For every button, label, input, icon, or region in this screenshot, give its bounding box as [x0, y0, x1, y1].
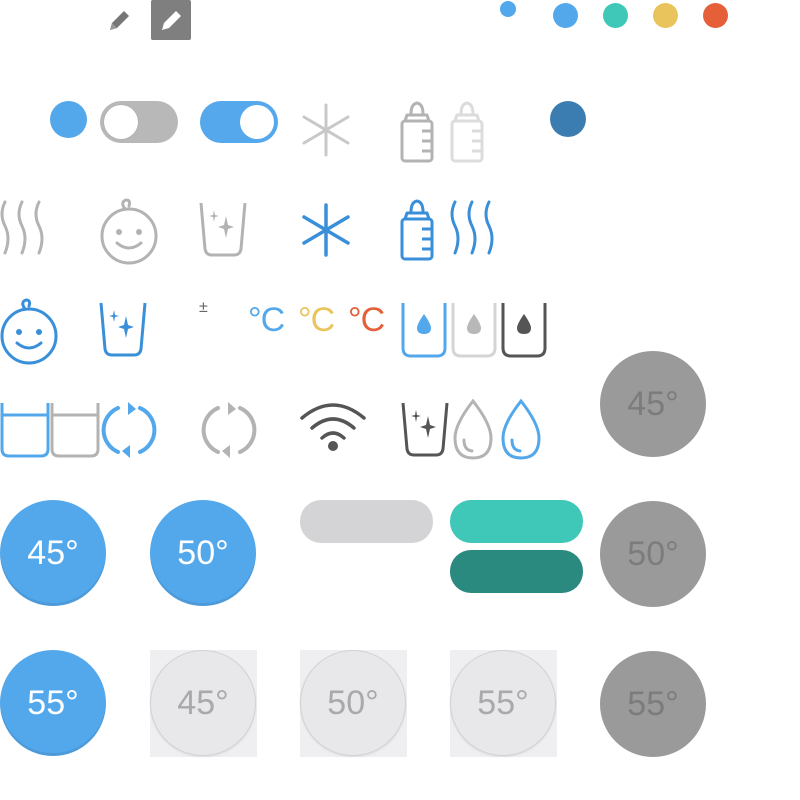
- toggle-knob: [104, 105, 138, 139]
- temp-55-button-active[interactable]: 55°: [0, 650, 106, 756]
- cup-sparkle-icon: [99, 302, 147, 357]
- color-dot-orange[interactable]: [703, 3, 728, 28]
- refresh-icon[interactable]: [98, 398, 160, 462]
- bottle-icon: [450, 101, 484, 163]
- temp-45-button-light[interactable]: 45°: [150, 650, 256, 756]
- color-dot-teal[interactable]: [603, 3, 628, 28]
- steam-icon: [450, 200, 494, 255]
- temp-50-button-light[interactable]: 50°: [300, 650, 406, 756]
- cup-drop-icon: [501, 303, 547, 358]
- temp-55-button-light[interactable]: 55°: [450, 650, 556, 756]
- bottle-icon: [400, 101, 434, 163]
- snowflake-icon: [302, 103, 350, 157]
- refresh-icon[interactable]: [198, 398, 260, 462]
- cup-sparkle-icon: [199, 202, 247, 257]
- celsius-unit-yellow: °C: [298, 301, 335, 339]
- temp-label: 50°: [177, 533, 229, 572]
- cup-water-icon: [50, 403, 100, 458]
- temp-label: 50°: [327, 683, 379, 722]
- water-drop-icon: [453, 398, 493, 460]
- bar-light-gray: [300, 500, 433, 543]
- steam-icon: [0, 200, 44, 255]
- toggle-knob: [240, 105, 274, 139]
- wifi-icon: [300, 403, 366, 451]
- toggle-on[interactable]: [200, 101, 278, 143]
- celsius-unit-orange: °C: [348, 301, 385, 339]
- temp-label: 55°: [627, 684, 679, 723]
- temp-label: 50°: [627, 534, 679, 573]
- cup-water-icon: [0, 403, 50, 458]
- temp-label: 45°: [27, 533, 79, 572]
- temp-label: 45°: [627, 384, 679, 423]
- temp-label: 55°: [27, 683, 79, 722]
- celsius-unit-blue: °C: [248, 301, 285, 339]
- radio-dot-dark-blue[interactable]: [550, 101, 586, 137]
- radio-dot-blue[interactable]: [50, 101, 87, 138]
- temp-50-button-active[interactable]: 50°: [150, 500, 256, 606]
- pencil-icon: [162, 11, 181, 30]
- bar-dark-teal: [450, 550, 583, 593]
- temp-label: 45°: [177, 683, 229, 722]
- color-dot-blue[interactable]: [553, 3, 578, 28]
- color-dot-yellow[interactable]: [653, 3, 678, 28]
- baby-face-icon: [100, 198, 158, 265]
- cup-drop-icon: [451, 303, 497, 358]
- temp-45-button-dark[interactable]: 45°: [600, 351, 706, 457]
- toggle-off[interactable]: [100, 101, 178, 143]
- temp-label: 55°: [477, 683, 529, 722]
- cup-drop-icon: [401, 303, 447, 358]
- temp-45-button-active[interactable]: 45°: [0, 500, 106, 606]
- temp-55-button-dark[interactable]: 55°: [600, 651, 706, 757]
- temp-50-button-dark[interactable]: 50°: [600, 501, 706, 607]
- edit-button[interactable]: [151, 0, 191, 40]
- water-drop-icon: [501, 398, 541, 460]
- baby-face-icon: [0, 298, 58, 365]
- snowflake-icon: [302, 203, 350, 257]
- pencil-icon[interactable]: [105, 5, 133, 35]
- plus-minus-symbol: ±: [199, 299, 208, 316]
- bar-teal: [450, 500, 583, 543]
- color-dot-blue-small[interactable]: [500, 1, 516, 17]
- cup-sparkle-icon: [401, 402, 449, 457]
- bottle-icon: [400, 199, 434, 261]
